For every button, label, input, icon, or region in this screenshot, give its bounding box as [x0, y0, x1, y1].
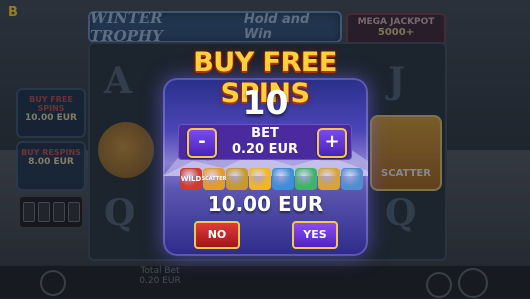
buy-price: 10.00 EUR	[207, 192, 324, 216]
wild-symbol-icon: WILD	[180, 168, 202, 190]
globe-symbol-icon	[272, 168, 294, 190]
green-globe-icon	[295, 168, 317, 190]
free-spins-count: 10	[242, 83, 289, 122]
bet-increase-button[interactable]: +	[317, 128, 347, 158]
symbols-row: WILD SCATTER	[180, 168, 363, 190]
yes-button[interactable]: YES	[292, 221, 338, 249]
trophy-symbol-icon	[226, 168, 248, 190]
no-button[interactable]: NO	[194, 221, 240, 249]
medal-symbol-icon	[318, 168, 340, 190]
scatter-symbol-icon: SCATTER	[202, 168, 226, 190]
bet-decrease-button[interactable]: -	[187, 128, 217, 158]
skier-symbol-icon	[341, 168, 363, 190]
gold-coin-icon	[249, 168, 271, 190]
